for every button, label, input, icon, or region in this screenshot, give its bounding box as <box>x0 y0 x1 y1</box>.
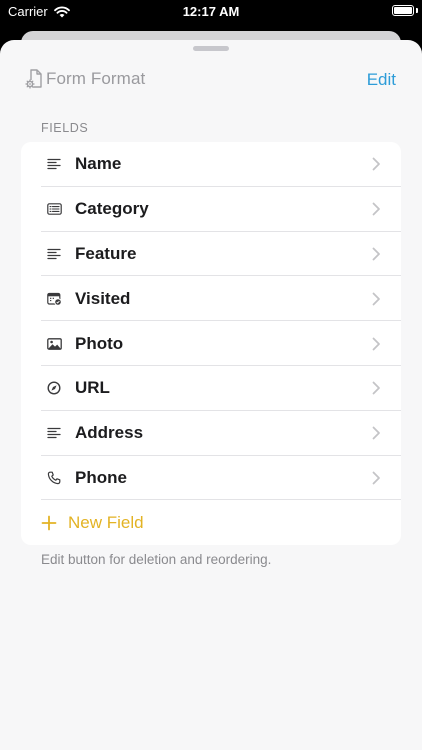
text-lines-icon <box>46 425 62 441</box>
field-label: URL <box>75 378 110 398</box>
status-bar: Carrier 12:17 AM <box>0 0 422 24</box>
battery-icon <box>392 5 414 16</box>
fields-list: Name Category Feature Visited Photo URL … <box>21 142 401 546</box>
fields-section-label: FIELDS <box>41 121 89 135</box>
field-label: Name <box>75 154 122 174</box>
field-row-url[interactable]: URL <box>21 366 401 411</box>
field-label: Visited <box>75 288 131 308</box>
new-field-label: New Field <box>68 512 144 532</box>
footer-note: Edit button for deletion and reordering. <box>41 552 272 567</box>
battery-level <box>394 7 412 14</box>
list-box-icon <box>46 201 62 217</box>
photo-icon <box>46 336 62 352</box>
field-label: Phone <box>75 467 127 487</box>
field-row-address[interactable]: Address <box>21 411 401 456</box>
chevron-right-icon <box>372 157 380 171</box>
field-row-feature[interactable]: Feature <box>21 232 401 277</box>
chevron-right-icon <box>372 292 380 306</box>
sheet-grabber-handle[interactable] <box>193 46 229 51</box>
compass-icon <box>46 380 62 396</box>
title-group: Form Format <box>24 68 145 90</box>
document-gear-icon <box>25 69 42 89</box>
chevron-right-icon <box>372 381 380 395</box>
text-lines-icon <box>46 246 62 262</box>
battery-nub <box>416 8 418 13</box>
field-label: Photo <box>75 333 124 353</box>
text-lines-icon <box>46 156 62 172</box>
field-label: Category <box>75 199 149 219</box>
chevron-right-icon <box>372 247 380 261</box>
chevron-right-icon <box>372 426 380 440</box>
chevron-right-icon <box>372 337 380 350</box>
page-title: Form Format <box>46 69 146 88</box>
field-row-visited[interactable]: Visited <box>21 276 401 321</box>
field-label: Address <box>75 423 144 443</box>
status-time: 12:17 AM <box>182 4 240 19</box>
calendar-check-icon <box>46 291 62 307</box>
chevron-right-icon <box>372 471 380 485</box>
field-label: Feature <box>75 243 137 263</box>
plus-icon <box>41 515 57 531</box>
field-row-photo[interactable]: Photo <box>21 321 401 366</box>
phone-icon <box>46 470 62 486</box>
field-row-name[interactable]: Name <box>21 142 401 187</box>
field-row-phone[interactable]: Phone <box>21 456 401 501</box>
chevron-right-icon <box>372 202 380 216</box>
edit-button[interactable]: Edit <box>367 70 396 90</box>
sheet-header: Form Format Edit <box>0 64 422 94</box>
new-field-button[interactable]: New Field <box>21 500 401 545</box>
field-row-category[interactable]: Category <box>21 187 401 232</box>
form-format-sheet: Form Format Edit FIELDS Name Category Fe… <box>0 40 422 750</box>
